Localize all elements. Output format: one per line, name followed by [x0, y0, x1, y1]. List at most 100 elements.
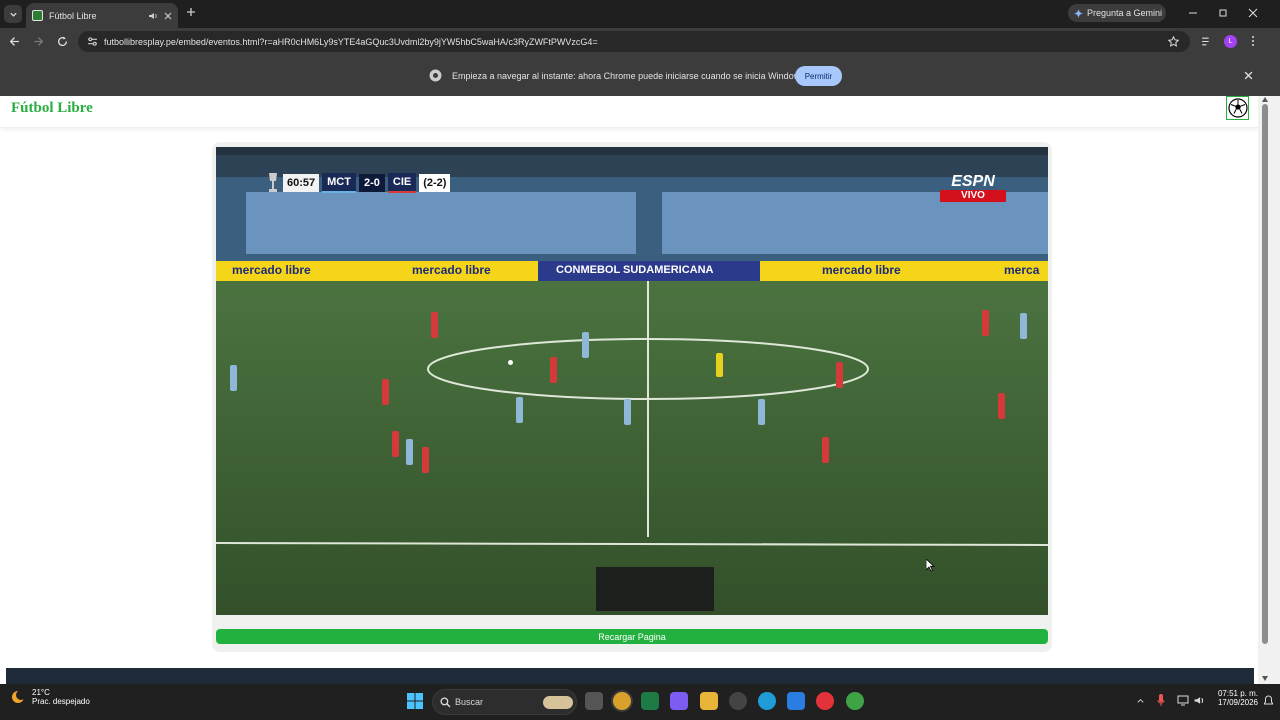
gemini-button[interactable]: Pregunta a Gemini [1068, 4, 1166, 22]
bookmark-star-icon[interactable] [1168, 36, 1179, 47]
opera-icon[interactable] [816, 692, 834, 710]
score: 2-0 [358, 174, 385, 192]
ad-board-text: mercado libre [232, 263, 311, 277]
clock[interactable]: 07:51 p. m. 17/09/2026 [1214, 689, 1258, 707]
chrome-menu-icon[interactable] [1250, 35, 1256, 47]
scorebug: 60:57 MCT 2-0 CIE (2-2) [266, 172, 451, 194]
windows-taskbar: 21°C Prac. despejado Buscar 07:51 p. m. … [0, 684, 1280, 720]
scrollbar-thumb[interactable] [1262, 104, 1268, 644]
browser-toolbar: futbollibresplay.pe/embed/eventos.html?r… [0, 28, 1280, 55]
player-red [422, 447, 429, 473]
copilot-icon[interactable] [670, 692, 688, 710]
weather-description: Prac. despejado [32, 697, 90, 706]
windows-start-icon[interactable] [407, 693, 423, 709]
aggregate-score: (2-2) [419, 174, 451, 192]
player-red [998, 393, 1005, 419]
date: 17/09/2026 [1217, 698, 1258, 707]
tab-futbol-libre[interactable]: Fútbol Libre [26, 3, 178, 28]
weather-temp: 21°C [32, 688, 50, 697]
time: 07:51 p. m. [1217, 689, 1258, 698]
player-blue [758, 399, 765, 425]
live-badge: VIVO [940, 190, 1006, 202]
file-explorer-icon[interactable] [700, 692, 718, 710]
store-icon[interactable] [787, 692, 805, 710]
back-icon[interactable] [9, 36, 20, 47]
player-blue [582, 332, 589, 358]
volume-icon[interactable] [1193, 695, 1205, 706]
minimize-icon[interactable] [1188, 8, 1198, 18]
browser-tab-strip: Fútbol Libre Pregunta a Gemini [0, 0, 1280, 28]
player-red [431, 312, 438, 338]
task-view-icon[interactable] [585, 692, 603, 710]
tab-list-icon[interactable] [4, 5, 22, 23]
taskbar-search[interactable]: Buscar [432, 689, 577, 715]
tab-title: Fútbol Libre [49, 10, 97, 21]
network-icon[interactable] [1177, 695, 1189, 706]
address-bar[interactable]: futbollibresplay.pe/embed/eventos.html?r… [78, 31, 1190, 52]
chrome-taskbar-icon[interactable] [613, 692, 631, 710]
player-blue [624, 399, 631, 425]
profile-avatar[interactable]: L [1224, 35, 1237, 48]
maximize-icon[interactable] [1218, 8, 1228, 18]
player-blue [1020, 313, 1027, 339]
player-blue [406, 439, 413, 465]
home-team: MCT [322, 173, 356, 193]
tray-overflow-icon[interactable] [1136, 696, 1145, 705]
ad-board-text: CONMEBOL SUDAMERICANA [556, 264, 714, 276]
weather-widget[interactable]: 21°C Prac. despejado [10, 688, 90, 706]
url-text: futbollibresplay.pe/embed/eventos.html?r… [104, 36, 598, 47]
ad-board-text: mercado libre [822, 263, 901, 277]
network-logo: ESPN VIVO [940, 174, 1006, 202]
site-header: Fútbol Libre [0, 96, 1258, 128]
player-red [392, 431, 399, 457]
match-clock: 60:57 [283, 174, 320, 192]
away-team: CIE [387, 173, 417, 193]
chrome-alt-icon[interactable] [846, 692, 864, 710]
notification-bell-icon[interactable] [1264, 695, 1273, 706]
web-page: Fútbol Libre mercado libre mercado libre… [0, 96, 1258, 684]
gemini-sparkle-icon [1074, 8, 1083, 18]
player-red [822, 437, 829, 463]
player-red [836, 362, 843, 388]
ad-board-text: merca [1004, 263, 1040, 277]
site-footer [6, 668, 1254, 684]
site-info-icon[interactable] [87, 36, 98, 47]
speaker-icon[interactable] [148, 11, 158, 21]
trophy-icon [266, 172, 280, 194]
reload-icon[interactable] [57, 36, 68, 47]
player-red [382, 379, 389, 405]
match-video-frame [216, 147, 1048, 615]
reload-page-button[interactable]: Recargar Pagina [216, 629, 1048, 644]
microphone-icon[interactable] [1157, 694, 1165, 707]
permit-button[interactable]: Permitir [795, 66, 842, 86]
espn-wordmark: ESPN [951, 173, 995, 190]
page-scrollbar[interactable] [1258, 96, 1280, 684]
moon-weather-icon [10, 689, 26, 705]
forward-icon[interactable] [33, 36, 44, 47]
chrome-logo-icon [429, 69, 442, 82]
site-brand[interactable]: Fútbol Libre [11, 100, 93, 117]
soccer-ball-menu-button[interactable] [1226, 96, 1249, 120]
ball [508, 360, 513, 365]
reading-list-icon[interactable] [1201, 36, 1212, 47]
video-player[interactable]: mercado libre mercado libre CONMEBOL SUD… [216, 147, 1048, 615]
scroll-down-icon[interactable] [1262, 676, 1268, 681]
soccer-ball-icon [1227, 98, 1248, 118]
player-blue [516, 397, 523, 423]
search-icon [440, 697, 451, 708]
new-tab-icon[interactable] [186, 7, 196, 17]
referee-yellow [716, 353, 723, 377]
close-infobar-icon[interactable] [1244, 71, 1253, 80]
close-tab-icon[interactable] [164, 12, 172, 20]
player-red [982, 310, 989, 336]
close-window-icon[interactable] [1248, 8, 1258, 18]
mouse-cursor-icon [926, 559, 935, 572]
search-placeholder: Buscar [455, 697, 484, 707]
site-favicon-icon [32, 10, 43, 21]
edge-icon[interactable] [758, 692, 776, 710]
search-highlight-icon [543, 696, 573, 709]
excel-icon[interactable] [641, 692, 659, 710]
scroll-up-icon[interactable] [1262, 97, 1268, 102]
settings-app-icon[interactable] [729, 692, 747, 710]
infobar-message: Empieza a navegar al instante: ahora Chr… [452, 71, 808, 81]
